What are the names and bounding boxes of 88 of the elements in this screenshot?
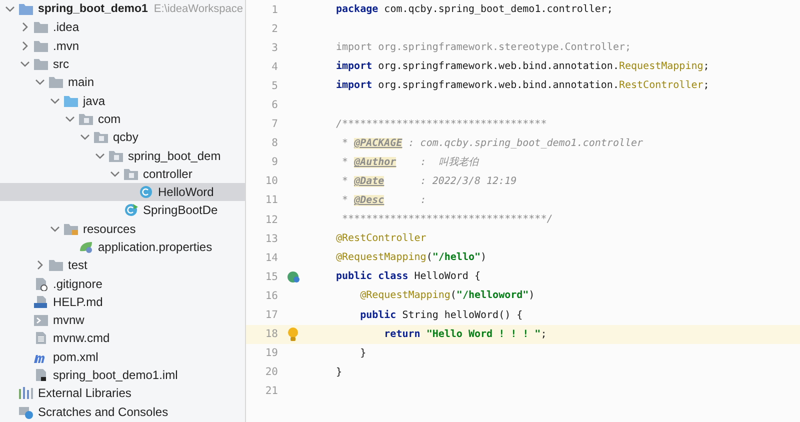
tree-item[interactable]: .gitignore: [0, 274, 245, 293]
file-icon: [33, 331, 49, 346]
file-icon: [33, 276, 49, 291]
terminal-icon: [33, 313, 49, 328]
tree-item[interactable]: HelloWord: [0, 182, 245, 202]
line-number: 13: [264, 232, 279, 245]
tree-item[interactable]: spring_boot_demo1.iml: [0, 366, 245, 384]
module-path: E:\ideaWorkspace: [154, 3, 243, 16]
package-icon: [78, 112, 94, 126]
tree-item[interactable]: .idea: [0, 18, 245, 37]
tree-item[interactable]: External Libraries: [0, 384, 245, 403]
folder-icon: [33, 38, 49, 53]
module-name: spring_boot_demo1: [38, 3, 148, 16]
file-icon: [33, 368, 49, 382]
line-number: 20: [264, 366, 279, 378]
line-number: 14: [264, 252, 279, 264]
folder-icon: [48, 258, 64, 272]
package-icon: [108, 148, 124, 163]
tree-item[interactable]: pom.xml: [0, 348, 245, 366]
code-line: * @Desc :: [341, 194, 426, 206]
code-line: public String helloWord() {: [359, 310, 523, 321]
code-line: import org.springframework.stereotype.Controller;: [336, 42, 632, 54]
tree-item[interactable]: java: [0, 91, 245, 110]
line-number: 21: [264, 385, 279, 398]
line-number: 16: [264, 290, 279, 302]
code-line: }: [336, 366, 342, 378]
folder-icon: [63, 94, 79, 108]
code-line: * @PACKAGE : com.qcby.spring_boot_demo1.controller: [341, 138, 644, 149]
code-line: * @Date : 2022/3/8 12:19: [341, 176, 517, 187]
line-number: 5: [270, 80, 279, 92]
code-line: @RequestMapping("/hello"): [336, 252, 487, 264]
code-line: package com.qcby.spring_boot_demo1.controller;: [336, 4, 613, 16]
line-number: 11: [264, 194, 279, 206]
tree-item[interactable]: mvnw.cmd: [0, 329, 245, 348]
tree-item[interactable]: spring_boot_demo1 E:\ideaWorkspace: [0, 0, 245, 18]
package-icon: [93, 130, 109, 144]
package-icon: [123, 166, 139, 181]
tree-item[interactable]: test: [0, 256, 245, 274]
line-number: 7: [270, 118, 279, 130]
folder-icon: [33, 57, 49, 72]
line-number: 10: [264, 175, 279, 188]
bean-icon[interactable]: [287, 270, 301, 284]
code-line: @RestController: [336, 233, 426, 244]
code-line: * @Author : 叫我老伯: [341, 156, 478, 170]
library-icon: [18, 386, 34, 400]
code-line: public class HelloWord {: [336, 271, 480, 282]
folder-icon: [33, 20, 49, 34]
folder-icon: [18, 2, 34, 16]
tree-item[interactable]: qcby: [0, 128, 245, 146]
code-line: @RequestMapping("/helloword"): [359, 290, 535, 302]
line-number: 3: [270, 42, 279, 54]
line-number: 1: [270, 4, 279, 16]
line-number: 15: [264, 270, 279, 283]
tree-item[interactable]: SpringBootDe: [0, 201, 245, 220]
class-icon: [123, 203, 139, 218]
tree-item[interactable]: resources: [0, 220, 245, 238]
line-number: 4: [270, 60, 279, 73]
leaf-icon: [78, 240, 94, 254]
folder-icon: [63, 222, 79, 236]
tree-item[interactable]: mvnw: [0, 311, 245, 330]
line-number: 18: [264, 328, 279, 340]
tree-item[interactable]: .mvn: [0, 36, 245, 55]
line-number: 19: [264, 347, 279, 360]
code-line: import org.springframework.web.bind.annotation.RequestMapping;: [336, 61, 710, 72]
code-line: }: [359, 348, 366, 359]
tree-item[interactable]: controller: [0, 164, 245, 183]
tree-item[interactable]: main: [0, 73, 245, 92]
line-number: 2: [270, 22, 279, 35]
tree-item[interactable]: com: [0, 110, 245, 128]
tree-item[interactable]: Scratches and Consoles: [0, 402, 245, 421]
folder-icon: [48, 75, 64, 90]
line-number: 6: [270, 99, 279, 112]
code-line: return "Hello Word ! ! ! ";: [383, 328, 547, 340]
scratches-icon: [18, 404, 34, 419]
code-line: **********************************/: [341, 214, 553, 226]
line-number: 8: [270, 137, 279, 150]
line-number: 17: [264, 309, 279, 322]
code-line: import org.springframework.web.bind.annotation.RestController;: [336, 80, 710, 92]
tree-item[interactable]: spring_boot_dem: [0, 146, 245, 165]
tree-item[interactable]: application.properties: [0, 238, 245, 256]
lightbulb-icon[interactable]: [287, 326, 299, 342]
class-icon: [138, 185, 154, 200]
markdown-icon: [33, 294, 49, 309]
tree-item[interactable]: HELP.md: [0, 292, 245, 312]
line-number: 12: [264, 214, 279, 226]
tree-item[interactable]: src: [0, 54, 245, 74]
line-number: 9: [270, 156, 279, 168]
code-line: /**********************************: [336, 118, 547, 130]
